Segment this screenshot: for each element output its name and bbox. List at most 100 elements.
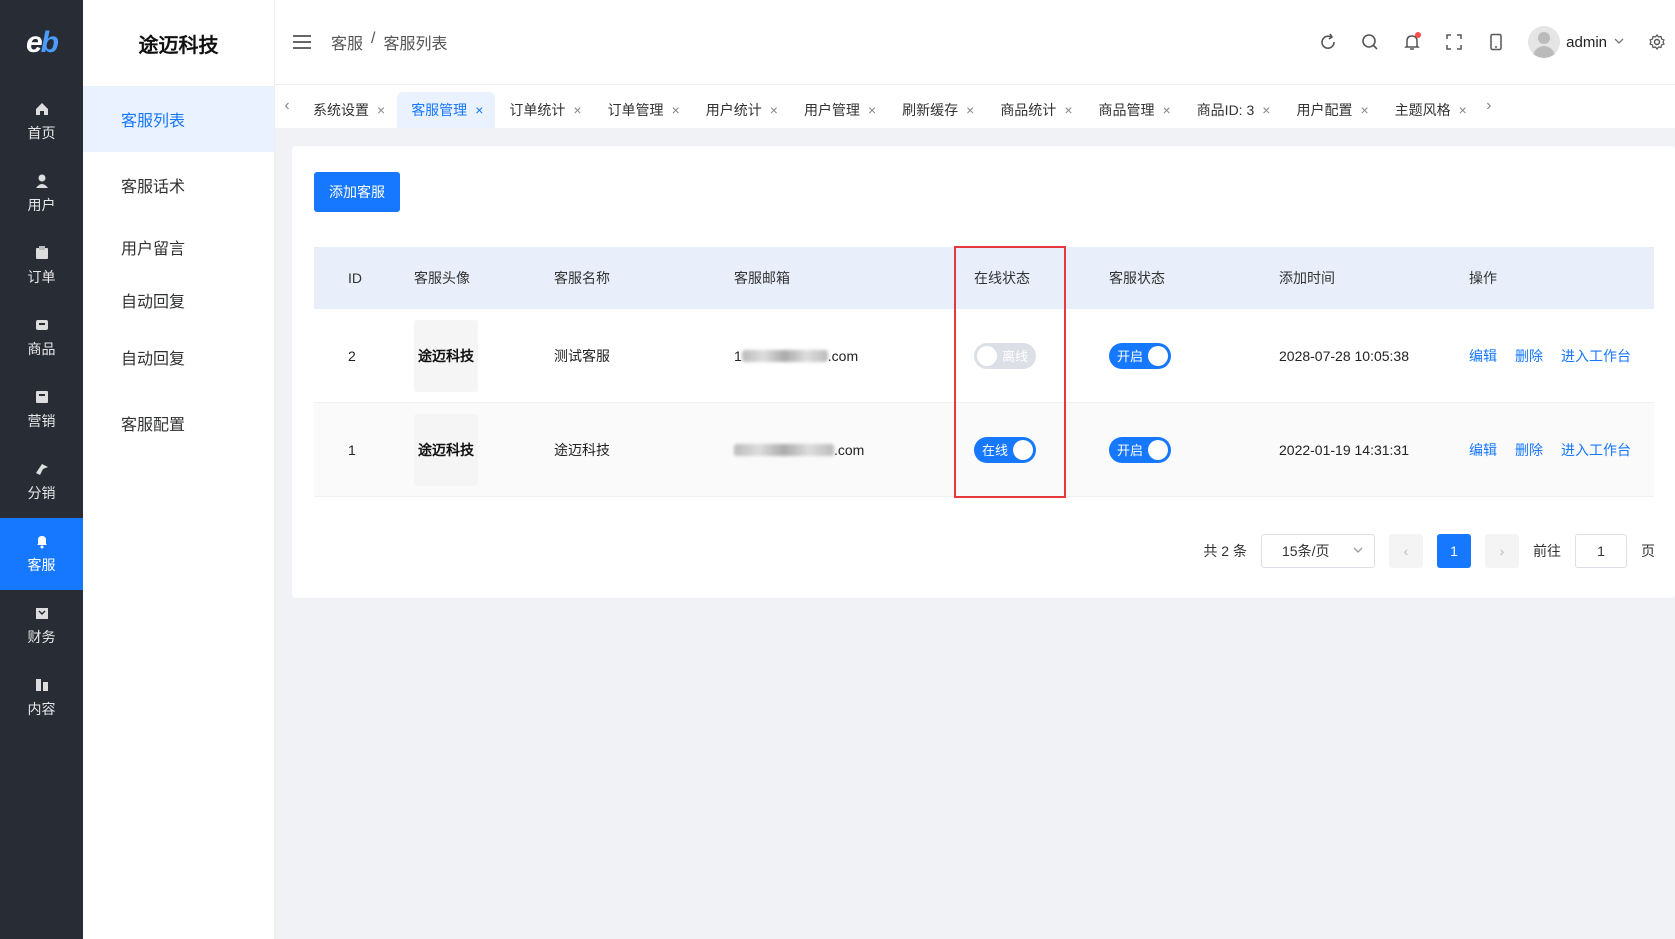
switch-label: 开启 [1117, 443, 1144, 458]
pagination: 共 2 条 15条/页 ‹ 1 › 前往 页 [292, 533, 1675, 569]
breadcrumb-item[interactable]: 客服 [331, 30, 363, 54]
sub-sidebar: 途迈科技 客服列表 客服话术 用户留言 自动回复 自动回复 客服配置 [83, 0, 275, 939]
rail-item-finance[interactable]: 财务 [0, 590, 83, 662]
subnav-item-scripts[interactable]: 客服话术 [83, 152, 274, 218]
tab-label: 用户管理 [803, 102, 860, 118]
tab-theme-style[interactable]: 主题风格 × [1381, 92, 1479, 128]
delete-link[interactable]: 删除 [1515, 440, 1543, 460]
tab-label: 用户配置 [1296, 102, 1353, 118]
product-icon [34, 317, 50, 333]
tab-system-settings[interactable]: 系统设置 × [299, 92, 397, 128]
enter-workbench-link[interactable]: 进入工作台 [1561, 440, 1631, 460]
home-icon [34, 101, 50, 117]
service-status-switch[interactable]: 开启 [1109, 342, 1171, 369]
page-number-current[interactable]: 1 [1437, 534, 1471, 568]
rail-item-label: 财务 [27, 629, 56, 645]
online-status-switch[interactable]: 离线 [974, 342, 1036, 369]
user-menu[interactable]: admin [1528, 26, 1625, 58]
close-icon[interactable]: × [475, 102, 483, 118]
close-icon[interactable]: × [672, 102, 680, 118]
subnav-item-auto-reply[interactable]: 自动回复 [83, 276, 274, 324]
rail-item-home[interactable]: 首页 [0, 86, 83, 158]
tab-order-management[interactable]: 订单管理 × [594, 92, 692, 128]
cell-time: 2028-07-28 10:05:38 [1279, 347, 1409, 364]
tab-refresh-cache[interactable]: 刷新缓存 × [888, 92, 986, 128]
tab-product-stats[interactable]: 商品统计 × [986, 92, 1084, 128]
rail-item-distribution[interactable]: 分销 [0, 446, 83, 518]
tab-user-stats[interactable]: 用户统计 × [692, 92, 790, 128]
content-card: 添加客服 ID 客服头像 客服名称 客服邮箱 在线状态 客服状态 添加时间 操作… [292, 146, 1675, 598]
rail-item-order[interactable]: 订单 [0, 230, 83, 302]
add-service-button[interactable]: 添加客服 [314, 172, 400, 212]
tabs-scroll-left-icon[interactable]: ‹ [275, 84, 299, 128]
service-avatar: 途迈科技 [414, 319, 478, 392]
service-status-switch[interactable]: 开启 [1109, 436, 1171, 463]
rail-item-product[interactable]: 商品 [0, 302, 83, 374]
tab-user-config[interactable]: 用户配置 × [1282, 92, 1380, 128]
user-icon [34, 173, 50, 189]
subnav-item-service-list[interactable]: 客服列表 [83, 86, 274, 152]
close-icon[interactable]: × [1262, 102, 1270, 118]
next-page-button[interactable]: › [1485, 534, 1519, 568]
tabs-bar: ‹ 系统设置 × 客服管理 × 订单统计 × 订单管理 × 用户统计 × 用户管理 × 刷新… [275, 84, 1675, 128]
order-icon [34, 245, 50, 261]
email-suffix: .com [834, 441, 865, 458]
cell-email: 1 .com [734, 348, 974, 364]
close-icon[interactable]: × [377, 102, 385, 118]
goto-page-input[interactable] [1575, 534, 1627, 568]
rail-item-content[interactable]: 内容 [0, 662, 83, 734]
enter-workbench-link[interactable]: 进入工作台 [1561, 346, 1631, 366]
delete-link[interactable]: 删除 [1515, 346, 1543, 366]
tabs-scroll-right-icon[interactable]: › [1479, 84, 1499, 128]
close-icon[interactable]: × [573, 102, 581, 118]
subnav-item-auto-reply-2[interactable]: 自动回复 [83, 324, 274, 390]
rail-item-label: 订单 [27, 269, 56, 285]
tab-product-id[interactable]: 商品ID: 3 × [1183, 92, 1283, 128]
subnav-item-config[interactable]: 客服配置 [83, 390, 274, 456]
close-icon[interactable]: × [770, 102, 778, 118]
rail-item-service[interactable]: 客服 [0, 518, 83, 590]
cell-id: 2 [348, 347, 356, 364]
switch-label: 开启 [1117, 349, 1144, 364]
prev-page-button[interactable]: ‹ [1389, 534, 1423, 568]
tab-user-management[interactable]: 用户管理 × [790, 92, 888, 128]
rail-item-label: 营销 [27, 413, 56, 429]
tab-product-management[interactable]: 商品管理 × [1085, 92, 1183, 128]
tab-label: 商品管理 [1098, 102, 1155, 118]
menu-toggle-icon[interactable] [293, 35, 311, 49]
mobile-preview-icon[interactable] [1486, 32, 1506, 52]
close-icon[interactable]: × [1459, 102, 1467, 118]
online-status-switch[interactable]: 在线 [974, 436, 1036, 463]
refresh-icon[interactable] [1318, 32, 1338, 52]
settings-gear-icon[interactable] [1647, 32, 1667, 52]
edit-link[interactable]: 编辑 [1469, 440, 1497, 460]
search-icon[interactable] [1360, 32, 1380, 52]
close-icon[interactable]: × [1064, 102, 1072, 118]
edit-link[interactable]: 编辑 [1469, 346, 1497, 366]
tab-label: 系统设置 [313, 102, 369, 118]
brand-title: 途迈科技 [138, 34, 219, 57]
col-header-id: ID [348, 270, 362, 286]
chevron-down-icon [1613, 34, 1625, 51]
tab-service-management[interactable]: 客服管理 × [397, 92, 496, 128]
close-icon[interactable]: × [966, 102, 974, 118]
tab-label: 订单统计 [509, 102, 566, 118]
app-logo[interactable]: eb [0, 0, 83, 86]
rail-item-marketing[interactable]: 营销 [0, 374, 83, 446]
tab-label: 用户统计 [705, 102, 762, 118]
bell-icon [34, 533, 50, 549]
rail-item-user[interactable]: 用户 [0, 158, 83, 230]
fullscreen-icon[interactable] [1444, 32, 1464, 52]
col-header-email: 客服邮箱 [734, 270, 790, 286]
close-icon[interactable]: × [1360, 102, 1368, 118]
cell-name: 测试客服 [554, 347, 610, 364]
page-size-select[interactable]: 15条/页 [1261, 534, 1375, 568]
subnav-item-messages[interactable]: 用户留言 [83, 218, 274, 276]
tab-label: 刷新缓存 [902, 102, 959, 118]
close-icon[interactable]: × [1163, 102, 1171, 118]
rail-item-label: 商品 [27, 341, 56, 357]
main-rail: eb 首页 用户 订单 商品 营销 分销 客服 财务 内容 [0, 0, 83, 939]
close-icon[interactable]: × [868, 102, 876, 118]
tab-order-stats[interactable]: 订单统计 × [495, 92, 593, 128]
notification-bell-icon[interactable] [1402, 32, 1422, 52]
